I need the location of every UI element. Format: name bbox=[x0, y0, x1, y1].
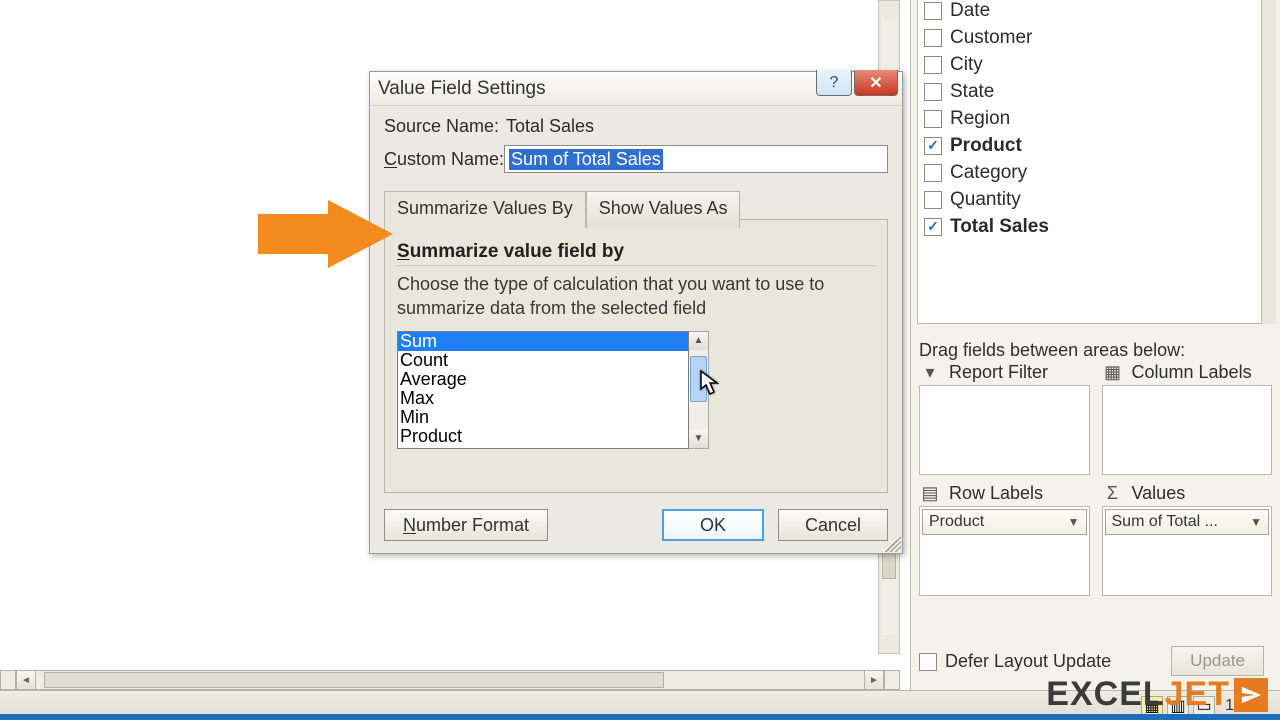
field-list-scrollbar[interactable] bbox=[1262, 0, 1276, 324]
drag-fields-label: Drag fields between areas below: bbox=[919, 340, 1185, 361]
chevron-down-icon: ▼ bbox=[1068, 515, 1080, 529]
field-checkbox[interactable] bbox=[924, 29, 942, 47]
field-row-date[interactable]: Date bbox=[924, 0, 1255, 24]
field-checkbox[interactable] bbox=[924, 164, 942, 182]
field-label: Customer bbox=[950, 27, 1032, 49]
filter-icon: ▾ bbox=[919, 364, 941, 382]
field-checkbox[interactable] bbox=[924, 2, 942, 20]
area-column-labels[interactable]: ▦ Column Labels bbox=[1102, 362, 1273, 475]
field-row-product[interactable]: Product bbox=[924, 132, 1255, 159]
defer-layout-label: Defer Layout Update bbox=[945, 651, 1111, 672]
summarize-description: Choose the type of calculation that you … bbox=[397, 272, 875, 321]
scroll-down-icon[interactable]: ▼ bbox=[689, 430, 708, 448]
custom-name-label: Custom Name: bbox=[384, 149, 504, 170]
paper-plane-icon bbox=[1234, 678, 1268, 712]
field-checkbox[interactable] bbox=[924, 137, 942, 155]
calc-option-min[interactable]: Min bbox=[398, 408, 688, 427]
field-row-total-sales[interactable]: Total Sales bbox=[924, 213, 1255, 240]
number-format-button[interactable]: Number Format bbox=[384, 509, 548, 541]
scroll-right-icon[interactable]: ► bbox=[864, 670, 884, 690]
help-icon: ? bbox=[830, 74, 839, 92]
pivot-field-list-panel: Date Customer City State Region Product Catego… bbox=[910, 0, 1280, 720]
calculation-type-listbox[interactable]: SumCountAverageMaxMinProduct bbox=[397, 331, 689, 449]
sigma-icon: Σ bbox=[1102, 485, 1124, 503]
chevron-down-icon: ▼ bbox=[1250, 515, 1262, 529]
close-icon: ✕ bbox=[869, 73, 882, 93]
area-label: Row Labels bbox=[949, 483, 1043, 504]
tab-show-values-as[interactable]: Show Values As bbox=[586, 191, 741, 228]
cancel-button[interactable]: Cancel bbox=[778, 509, 888, 541]
dialog-titlebar[interactable]: Value Field Settings ? ✕ bbox=[370, 72, 902, 106]
scroll-up-icon[interactable]: ▲ bbox=[689, 332, 708, 350]
custom-name-input[interactable]: Sum of Total Sales bbox=[504, 145, 888, 173]
source-name-label: Source Name: bbox=[384, 116, 502, 137]
field-list: Date Customer City State Region Product Catego… bbox=[917, 0, 1262, 324]
bottom-accent-bar bbox=[0, 714, 1280, 720]
field-label: Region bbox=[950, 108, 1010, 130]
rows-icon: ▤ bbox=[919, 485, 941, 503]
field-label: Category bbox=[950, 162, 1027, 184]
area-label: Report Filter bbox=[949, 362, 1048, 383]
source-name-value: Total Sales bbox=[506, 116, 594, 137]
field-checkbox[interactable] bbox=[924, 56, 942, 74]
area-label: Values bbox=[1132, 483, 1186, 504]
area-row-labels[interactable]: ▤ Row Labels Product▼ bbox=[919, 483, 1090, 596]
calc-option-count[interactable]: Count bbox=[398, 351, 688, 370]
listbox-scrollbar[interactable]: ▲ ▼ bbox=[689, 331, 709, 449]
tab-summarize-values-by[interactable]: Summarize Values By bbox=[384, 191, 586, 228]
ok-button[interactable]: OK bbox=[662, 509, 764, 541]
calc-option-product[interactable]: Product bbox=[398, 427, 688, 446]
dialog-title: Value Field Settings bbox=[378, 78, 546, 100]
worksheet-horizontal-scrollbar[interactable]: ◄ ► bbox=[0, 670, 900, 690]
field-row-region[interactable]: Region bbox=[924, 105, 1255, 132]
update-button: Update bbox=[1171, 646, 1264, 676]
field-row-quantity[interactable]: Quantity bbox=[924, 186, 1255, 213]
value-field-settings-dialog: Value Field Settings ? ✕ Source Name: To… bbox=[369, 71, 903, 554]
field-label: Total Sales bbox=[950, 216, 1049, 238]
defer-layout-checkbox[interactable] bbox=[919, 653, 937, 671]
field-checkbox[interactable] bbox=[924, 83, 942, 101]
resize-grip-icon[interactable] bbox=[885, 536, 901, 552]
field-label: Quantity bbox=[950, 189, 1021, 211]
exceljet-logo: EXCELJET bbox=[1046, 675, 1268, 714]
field-row-city[interactable]: City bbox=[924, 51, 1255, 78]
field-label: City bbox=[950, 54, 983, 76]
calc-option-average[interactable]: Average bbox=[398, 370, 688, 389]
calc-option-max[interactable]: Max bbox=[398, 389, 688, 408]
field-row-state[interactable]: State bbox=[924, 78, 1255, 105]
close-button[interactable]: ✕ bbox=[854, 70, 898, 96]
custom-name-value: Sum of Total Sales bbox=[509, 149, 663, 170]
field-label: State bbox=[950, 81, 994, 103]
area-report-filter[interactable]: ▾ Report Filter bbox=[919, 362, 1090, 475]
area-values[interactable]: Σ Values Sum of Total ...▼ bbox=[1102, 483, 1273, 596]
summarize-section-title: Summarize value field by bbox=[397, 241, 875, 266]
row-token-product[interactable]: Product▼ bbox=[922, 509, 1087, 535]
help-button[interactable]: ? bbox=[816, 70, 852, 96]
field-checkbox[interactable] bbox=[924, 191, 942, 209]
field-checkbox[interactable] bbox=[924, 218, 942, 236]
calc-option-sum[interactable]: Sum bbox=[398, 332, 688, 351]
field-row-customer[interactable]: Customer bbox=[924, 24, 1255, 51]
value-token-sum-total-sales[interactable]: Sum of Total ...▼ bbox=[1105, 509, 1270, 535]
columns-icon: ▦ bbox=[1102, 364, 1124, 382]
tab-container: Summarize Values By Show Values As Summa… bbox=[384, 219, 888, 493]
field-row-category[interactable]: Category bbox=[924, 159, 1255, 186]
area-label: Column Labels bbox=[1132, 362, 1252, 383]
field-label: Date bbox=[950, 0, 990, 22]
field-checkbox[interactable] bbox=[924, 110, 942, 128]
field-label: Product bbox=[950, 135, 1022, 157]
scroll-left-icon[interactable]: ◄ bbox=[16, 670, 36, 690]
